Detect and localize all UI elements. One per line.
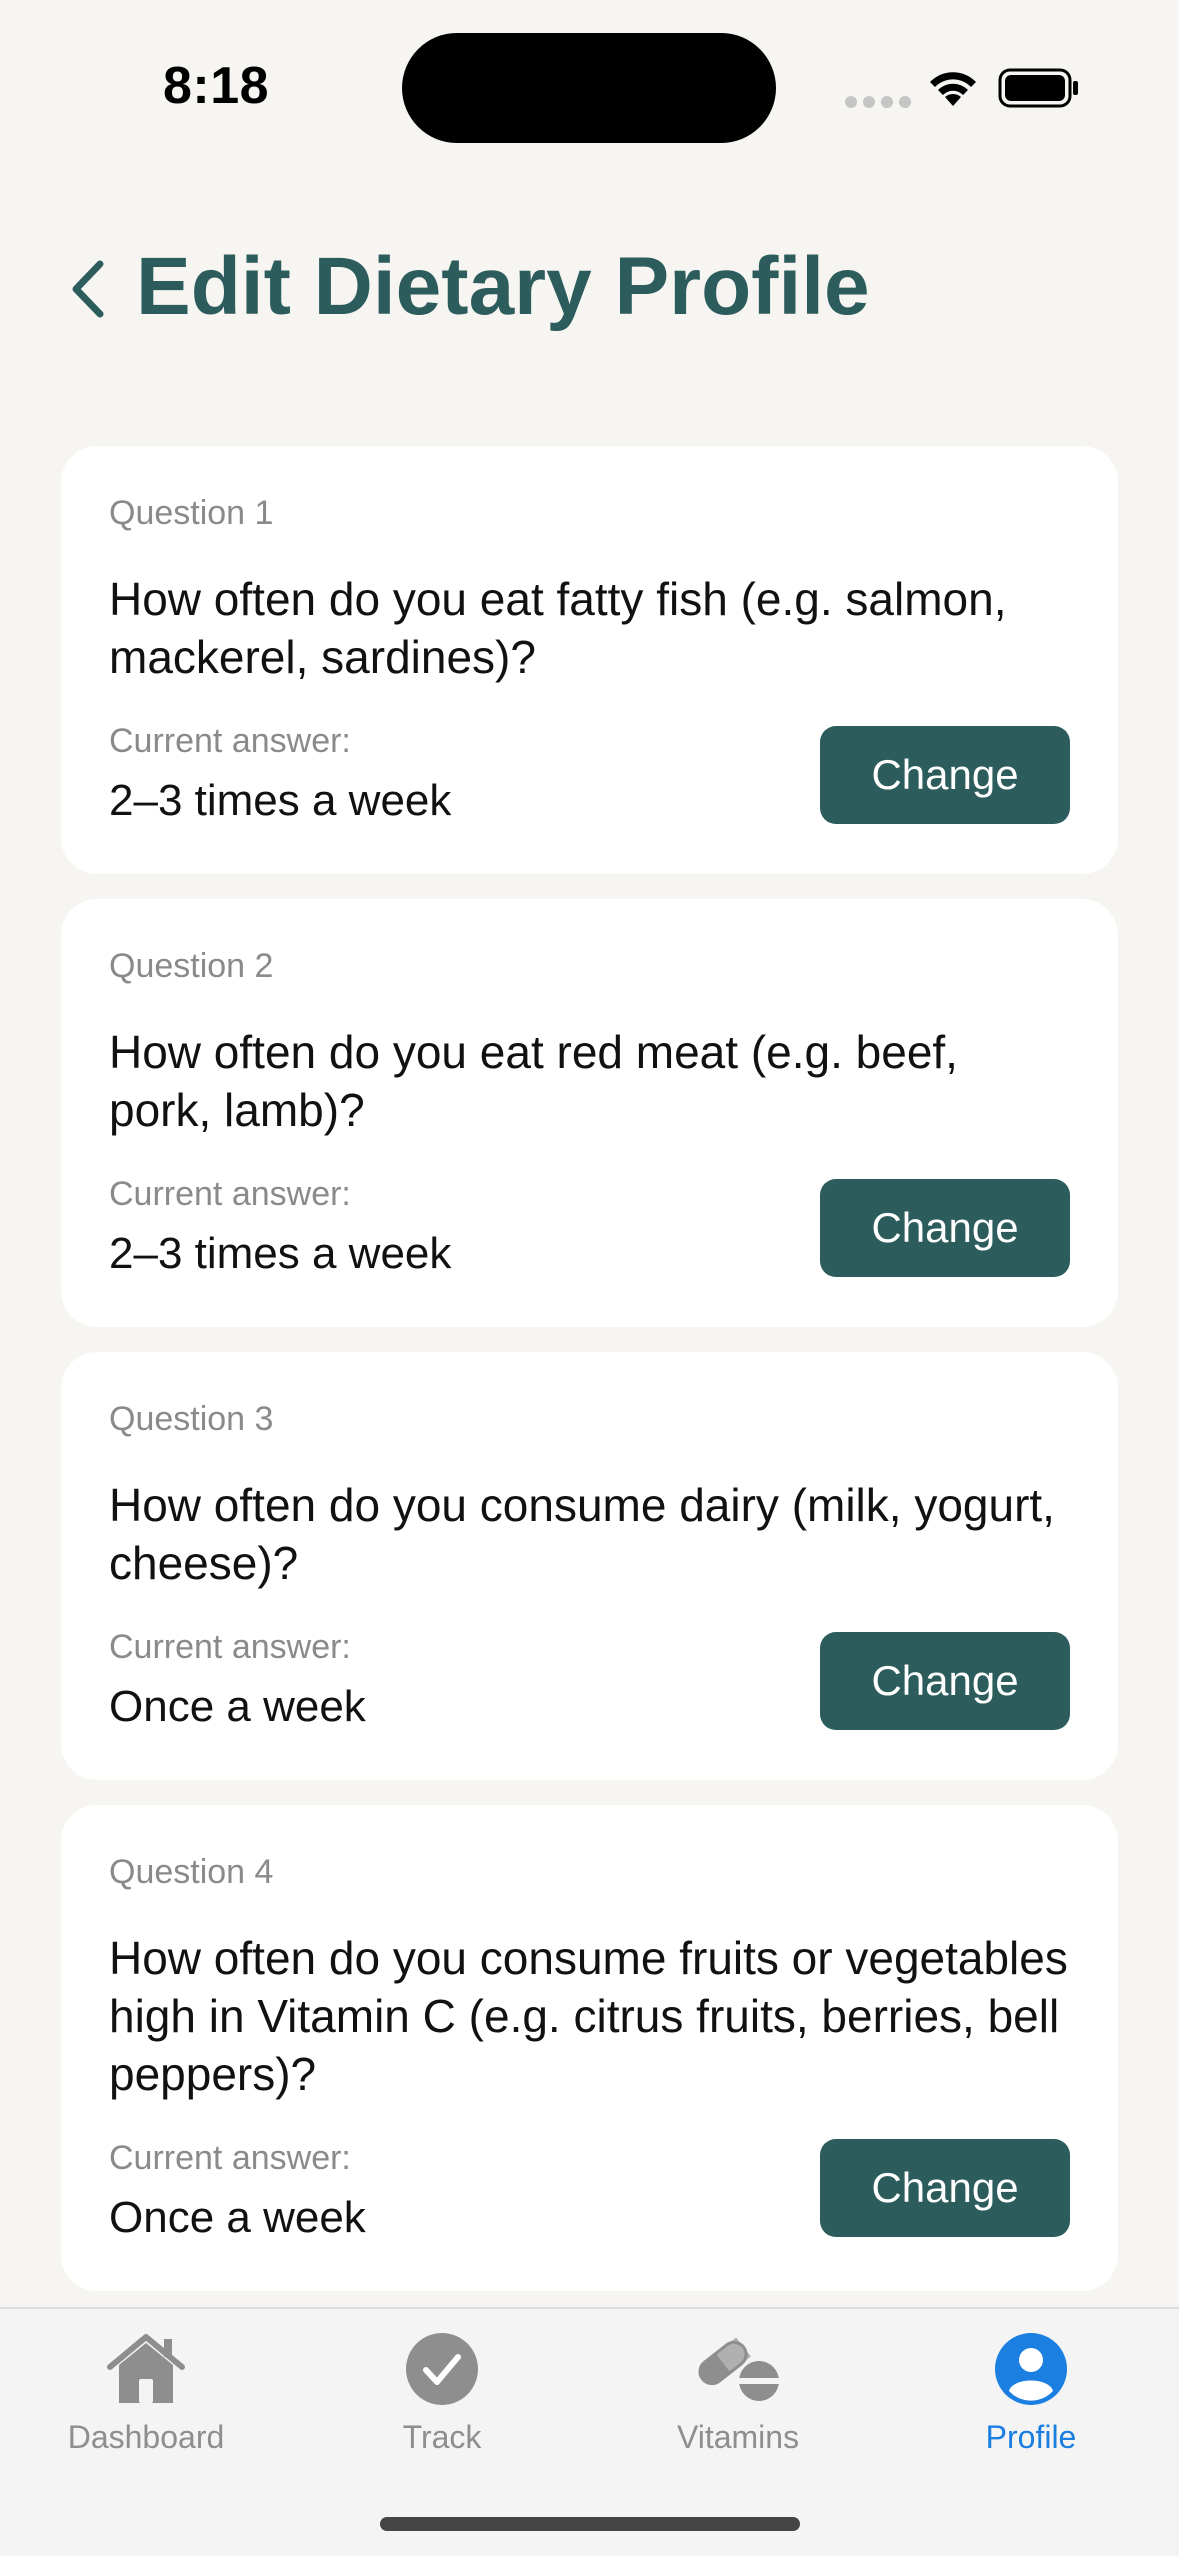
tab-dashboard[interactable]: Dashboard	[26, 2309, 266, 2509]
page-title: Edit Dietary Profile	[136, 241, 870, 332]
change-button[interactable]: Change	[820, 2139, 1070, 2237]
question-card-2: Question 2 How often do you eat red meat…	[61, 899, 1118, 1327]
tab-label: Track	[402, 2419, 482, 2455]
current-answer-label: Current answer:	[109, 1175, 351, 1213]
person-circle-icon	[995, 2333, 1067, 2405]
tab-label: Dashboard	[67, 2419, 225, 2455]
dynamic-island	[402, 33, 776, 143]
question-card-1: Question 1 How often do you eat fatty fi…	[61, 446, 1118, 874]
current-answer-label: Current answer:	[109, 2139, 351, 2177]
tab-profile[interactable]: Profile	[911, 2309, 1151, 2509]
tab-label: Profile	[985, 2419, 1077, 2455]
current-answer-value: 2–3 times a week	[109, 776, 452, 825]
house-icon	[107, 2334, 185, 2403]
question-card-4: Question 4 How often do you consume frui…	[61, 1805, 1118, 2291]
tab-track[interactable]: Track	[322, 2309, 562, 2509]
question-number: Question 4	[109, 1853, 274, 1891]
question-text: How often do you consume dairy (milk, yo…	[109, 1479, 1055, 1589]
current-answer-label: Current answer:	[109, 722, 351, 760]
current-answer-value: 2–3 times a week	[109, 1229, 452, 1278]
question-number: Question 3	[109, 1400, 274, 1438]
change-button[interactable]: Change	[820, 1179, 1070, 1277]
question-text: How often do you consume fruits or veget…	[109, 1932, 1068, 2100]
cellular-signal-icon	[845, 96, 911, 108]
question-number: Question 1	[109, 494, 274, 532]
question-card-3: Question 3 How often do you consume dair…	[61, 1352, 1118, 1780]
home-indicator	[380, 2517, 800, 2531]
wifi-icon	[930, 72, 976, 106]
change-button[interactable]: Change	[820, 1632, 1070, 1730]
question-number: Question 2	[109, 947, 274, 985]
screen: 8:18 Edit Dietary Profile Question 1 How…	[0, 0, 1179, 2556]
change-button[interactable]: Change	[820, 726, 1070, 824]
pills-icon	[698, 2337, 779, 2401]
current-answer-value: Once a week	[109, 2193, 366, 2242]
current-answer-label: Current answer:	[109, 1628, 351, 1666]
checkmark-circle-icon	[406, 2333, 478, 2405]
battery-icon	[998, 68, 1078, 108]
status-time: 8:18	[163, 57, 270, 115]
question-text: How often do you eat red meat (e.g. beef…	[109, 1026, 958, 1136]
back-chevron-icon[interactable]	[62, 256, 114, 322]
tab-label: Vitamins	[676, 2419, 800, 2455]
current-answer-value: Once a week	[109, 1682, 366, 1731]
question-text: How often do you eat fatty fish (e.g. sa…	[109, 573, 1007, 683]
tab-vitamins[interactable]: Vitamins	[618, 2309, 858, 2509]
